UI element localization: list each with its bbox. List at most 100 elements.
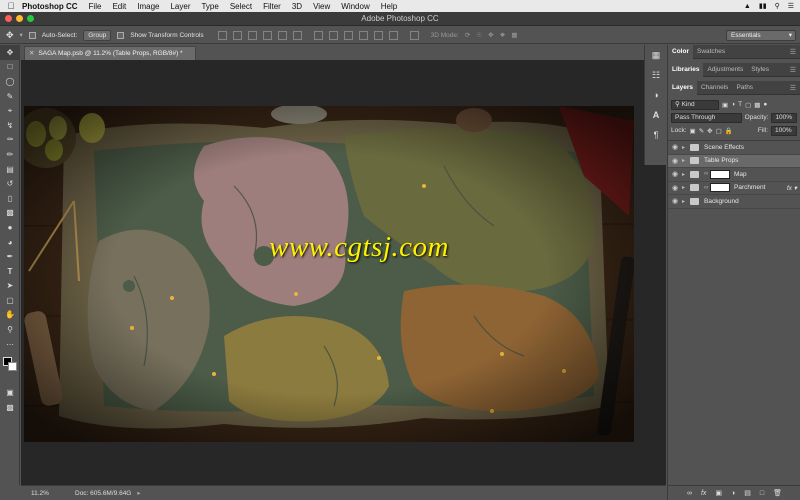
menu-help[interactable]: Help: [381, 2, 397, 11]
rectangle-tool-icon[interactable]: ▢: [0, 293, 20, 308]
path-select-tool-icon[interactable]: ➤: [0, 279, 20, 294]
distribute-bottom-icon[interactable]: [343, 30, 353, 40]
lock-position-icon[interactable]: ✥: [707, 127, 712, 135]
layer-row[interactable]: ◉ ▸ ∞ Map: [668, 168, 800, 182]
new-layer-icon[interactable]: □: [760, 490, 764, 497]
canvas-area[interactable]: www.cgtsj.com: [21, 60, 666, 485]
menu-edit[interactable]: Edit: [112, 2, 126, 11]
hand-tool-icon[interactable]: ✋: [0, 308, 20, 323]
3d-roll-icon[interactable]: ☉: [476, 31, 482, 39]
quick-mask-icon[interactable]: ▣: [0, 385, 20, 400]
filter-shape-icon[interactable]: ▢: [745, 101, 751, 109]
character-panel-icon[interactable]: A: [645, 105, 667, 125]
close-tab-icon[interactable]: ✕: [29, 50, 34, 57]
visibility-eye-icon[interactable]: ◉: [668, 184, 682, 192]
layer-row[interactable]: ◉ ▸ Background: [668, 195, 800, 209]
3d-drag-icon[interactable]: ✥: [488, 31, 493, 39]
filter-kind-dropdown[interactable]: ⚲ Kind: [671, 99, 719, 110]
tab-paths[interactable]: Paths: [732, 81, 757, 95]
auto-select-dropdown[interactable]: Group: [83, 29, 112, 41]
distribute-top-icon[interactable]: [313, 30, 323, 40]
add-mask-icon[interactable]: ▣: [715, 489, 722, 497]
document-tab[interactable]: ✕ SAGA Map.psb @ 11.2% (Table Props, RGB/…: [24, 46, 196, 60]
add-style-icon[interactable]: fx: [701, 490, 706, 497]
close-window-button[interactable]: [5, 15, 12, 22]
list-icon[interactable]: ☰: [788, 2, 794, 10]
align-left-icon[interactable]: [262, 30, 272, 40]
delete-layer-icon[interactable]: 🗑: [773, 489, 782, 497]
tab-styles[interactable]: Styles: [747, 63, 773, 77]
expand-arrow-icon[interactable]: ▸: [682, 157, 690, 164]
3d-scale-icon[interactable]: ▦: [511, 31, 517, 39]
menu-window[interactable]: Window: [341, 2, 369, 11]
tab-channels[interactable]: Channels: [697, 81, 732, 95]
transform-controls-checkbox[interactable]: [117, 31, 125, 39]
link-layers-icon[interactable]: ∞: [687, 490, 692, 497]
filter-adjustment-icon[interactable]: ◑: [731, 101, 735, 108]
minimize-window-button[interactable]: [16, 15, 23, 22]
menu-3d[interactable]: 3D: [292, 2, 302, 11]
distribute-right-icon[interactable]: [388, 30, 398, 40]
paragraph-panel-icon[interactable]: ¶: [645, 125, 667, 145]
align-bottom-icon[interactable]: [247, 30, 257, 40]
distribute-left-icon[interactable]: [358, 30, 368, 40]
auto-align-icon[interactable]: [409, 30, 419, 40]
layer-effects-icon[interactable]: fx ▾: [787, 184, 797, 192]
move-tool-icon[interactable]: ✥: [0, 45, 20, 60]
status-menu-arrow-icon[interactable]: ▸: [137, 489, 140, 497]
align-right-icon[interactable]: [292, 30, 302, 40]
more-tools-icon[interactable]: ⋯: [0, 337, 20, 352]
lasso-tool-icon[interactable]: ◯: [0, 74, 20, 89]
filter-smart-object-icon[interactable]: ▩: [754, 101, 760, 109]
filter-pixel-icon[interactable]: ▣: [722, 101, 728, 109]
lock-all-icon[interactable]: 🔒: [725, 127, 733, 135]
layer-mask-thumbnail[interactable]: [710, 169, 730, 179]
menu-select[interactable]: Select: [230, 2, 252, 11]
lock-image-icon[interactable]: ✎: [699, 127, 704, 135]
lock-artboard-icon[interactable]: ▢: [716, 127, 722, 135]
tab-libraries[interactable]: Libraries: [668, 62, 704, 77]
tab-layers[interactable]: Layers: [668, 80, 697, 95]
opacity-input[interactable]: 100%: [771, 112, 797, 123]
layer-mask-thumbnail[interactable]: [710, 183, 730, 193]
auto-select-checkbox[interactable]: [28, 31, 36, 39]
expand-arrow-icon[interactable]: ▸: [682, 144, 690, 151]
app-menu[interactable]: Photoshop CC: [22, 2, 78, 11]
history-panel-icon[interactable]: ▦: [645, 45, 667, 65]
menu-filter[interactable]: Filter: [263, 2, 281, 11]
zoom-window-button[interactable]: [27, 15, 34, 22]
tab-swatches[interactable]: Swatches: [693, 45, 729, 59]
wifi-icon[interactable]: ▲: [744, 3, 751, 10]
tab-adjustments[interactable]: Adjustments: [703, 63, 747, 77]
visibility-eye-icon[interactable]: ◉: [668, 197, 682, 205]
layer-row[interactable]: ◉ ▸ ∞ Parchment fx ▾: [668, 182, 800, 195]
eyedropper-tool-icon[interactable]: ↯: [0, 118, 20, 133]
visibility-eye-icon[interactable]: ◉: [668, 170, 682, 178]
battery-icon[interactable]: ▮▮: [759, 2, 767, 10]
history-brush-tool-icon[interactable]: ↺: [0, 176, 20, 191]
panel-menu-icon[interactable]: ☰: [790, 84, 796, 92]
brush-tool-icon[interactable]: ✏: [0, 147, 20, 162]
filter-type-icon[interactable]: T: [738, 101, 742, 108]
expand-arrow-icon[interactable]: ▸: [682, 184, 690, 191]
tab-color[interactable]: Color: [668, 44, 693, 59]
paint-bucket-tool-icon[interactable]: ▩: [0, 206, 20, 221]
layer-row[interactable]: ◉ ▸ Table Props: [668, 154, 800, 168]
type-tool-icon[interactable]: T: [0, 264, 20, 279]
marquee-tool-icon[interactable]: □: [0, 60, 20, 75]
tool-preset-dropdown[interactable]: ▾: [20, 31, 23, 39]
menu-image[interactable]: Image: [137, 2, 159, 11]
lock-transparent-icon[interactable]: ▣: [690, 127, 696, 135]
layer-row[interactable]: ◉ ▸ Scene Effects: [668, 141, 800, 155]
panel-menu-icon[interactable]: ☰: [790, 48, 796, 56]
clone-stamp-tool-icon[interactable]: ▤: [0, 162, 20, 177]
blend-mode-dropdown[interactable]: Pass Through: [671, 112, 742, 123]
crop-tool-icon[interactable]: ⌖: [0, 103, 20, 118]
properties-panel-icon[interactable]: ☷: [645, 65, 667, 85]
new-group-icon[interactable]: ▤: [744, 489, 751, 497]
3d-slide-icon[interactable]: ❖: [500, 31, 506, 39]
workspace-switcher[interactable]: Essentials ▾: [726, 30, 796, 41]
search-icon[interactable]: ⚲: [775, 2, 780, 10]
menu-file[interactable]: File: [89, 2, 102, 11]
align-vcenter-icon[interactable]: [232, 30, 242, 40]
